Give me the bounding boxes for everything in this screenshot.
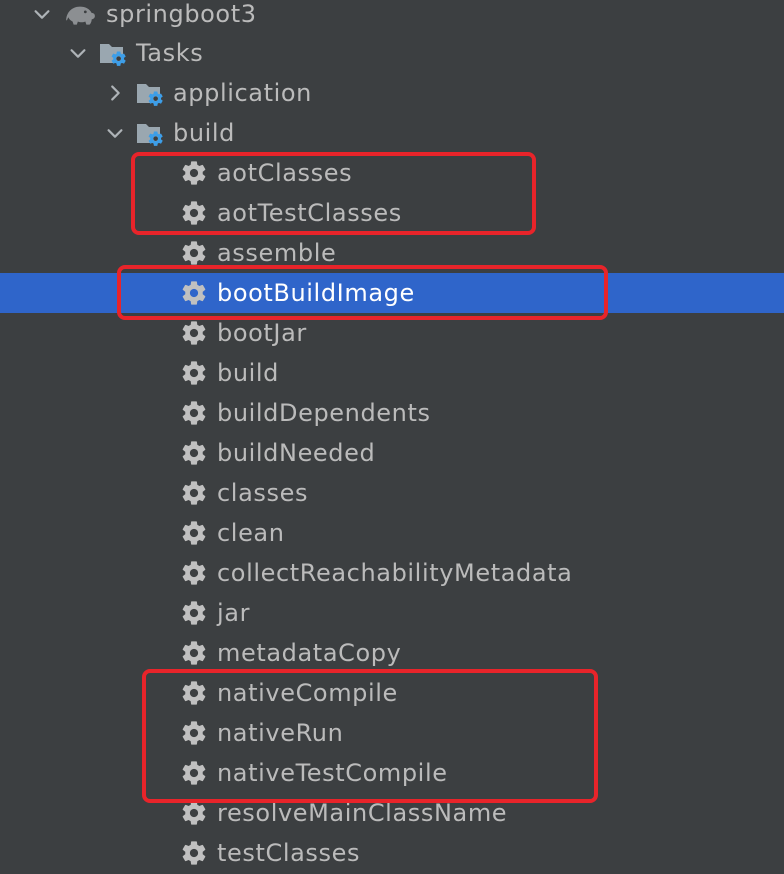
- task-nativecompile[interactable]: nativeCompile: [0, 673, 784, 713]
- gradle-task-tree: springboot3 Tasks application build aotC…: [0, 0, 784, 874]
- chevron-down-icon[interactable]: [66, 41, 90, 65]
- task-metadatacopy[interactable]: metadataCopy: [0, 633, 784, 673]
- task-folder-icon: [135, 118, 165, 148]
- task-label: build: [217, 359, 280, 387]
- gear-icon: [179, 158, 209, 188]
- gear-icon: [179, 518, 209, 548]
- tree-node-build-group[interactable]: build: [0, 113, 784, 153]
- gear-icon: [179, 198, 209, 228]
- tree-node-label: Tasks: [136, 39, 204, 67]
- task-aottestclasses[interactable]: aotTestClasses: [0, 193, 784, 233]
- tree-node-label: application: [173, 79, 312, 107]
- task-buildneeded[interactable]: buildNeeded: [0, 433, 784, 473]
- task-label: bootBuildImage: [217, 279, 415, 307]
- task-label: collectReachabilityMetadata: [217, 559, 573, 587]
- task-nativerun[interactable]: nativeRun: [0, 713, 784, 753]
- task-testclasses[interactable]: testClasses: [0, 833, 784, 873]
- chevron-down-icon[interactable]: [30, 2, 54, 26]
- tree-node-label: build: [173, 119, 236, 147]
- task-label: nativeTestCompile: [217, 759, 448, 787]
- gradle-elephant-icon: [62, 0, 98, 29]
- task-folder-icon: [135, 78, 165, 108]
- task-label: assemble: [217, 239, 337, 267]
- task-builddependents[interactable]: buildDependents: [0, 393, 784, 433]
- task-label: resolveMainClassName: [217, 799, 508, 827]
- chevron-down-icon[interactable]: [103, 121, 127, 145]
- gear-icon: [179, 838, 209, 868]
- gear-icon: [179, 558, 209, 588]
- gear-icon: [179, 638, 209, 668]
- task-label: metadataCopy: [217, 639, 402, 667]
- gear-icon: [179, 438, 209, 468]
- gear-icon: [179, 798, 209, 828]
- gear-icon: [179, 478, 209, 508]
- task-bootbuildimage[interactable]: bootBuildImage: [0, 273, 784, 313]
- task-label: clean: [217, 519, 285, 547]
- task-label: nativeCompile: [217, 679, 398, 707]
- gear-icon: [179, 598, 209, 628]
- task-collectreachabilitymetadata[interactable]: collectReachabilityMetadata: [0, 553, 784, 593]
- task-nativetestcompile[interactable]: nativeTestCompile: [0, 753, 784, 793]
- task-aotclasses[interactable]: aotClasses: [0, 153, 784, 193]
- task-build[interactable]: build: [0, 353, 784, 393]
- gear-icon: [179, 358, 209, 388]
- tree-node-application[interactable]: application: [0, 73, 784, 113]
- gear-icon: [179, 758, 209, 788]
- task-label: aotClasses: [217, 159, 353, 187]
- task-label: bootJar: [217, 319, 307, 347]
- tree-node-tasks[interactable]: Tasks: [0, 33, 784, 73]
- task-label: aotTestClasses: [217, 199, 402, 227]
- tree-node-springboot3[interactable]: springboot3: [0, 0, 784, 34]
- gear-icon: [179, 318, 209, 348]
- tree-node-label: springboot3: [106, 0, 257, 28]
- task-jar[interactable]: jar: [0, 593, 784, 633]
- task-label: buildDependents: [217, 399, 431, 427]
- task-bootjar[interactable]: bootJar: [0, 313, 784, 353]
- gear-icon: [179, 278, 209, 308]
- task-label: nativeRun: [217, 719, 344, 747]
- task-assemble[interactable]: assemble: [0, 233, 784, 273]
- task-resolvemainclassname[interactable]: resolveMainClassName: [0, 793, 784, 833]
- chevron-right-icon[interactable]: [103, 81, 127, 105]
- task-label: jar: [217, 599, 251, 627]
- task-classes[interactable]: classes: [0, 473, 784, 513]
- task-clean[interactable]: clean: [0, 513, 784, 553]
- task-folder-icon: [98, 38, 128, 68]
- task-label: classes: [217, 479, 309, 507]
- task-label: testClasses: [217, 839, 361, 867]
- gear-icon: [179, 238, 209, 268]
- gear-icon: [179, 678, 209, 708]
- gear-icon: [179, 398, 209, 428]
- task-label: buildNeeded: [217, 439, 376, 467]
- gear-icon: [179, 718, 209, 748]
